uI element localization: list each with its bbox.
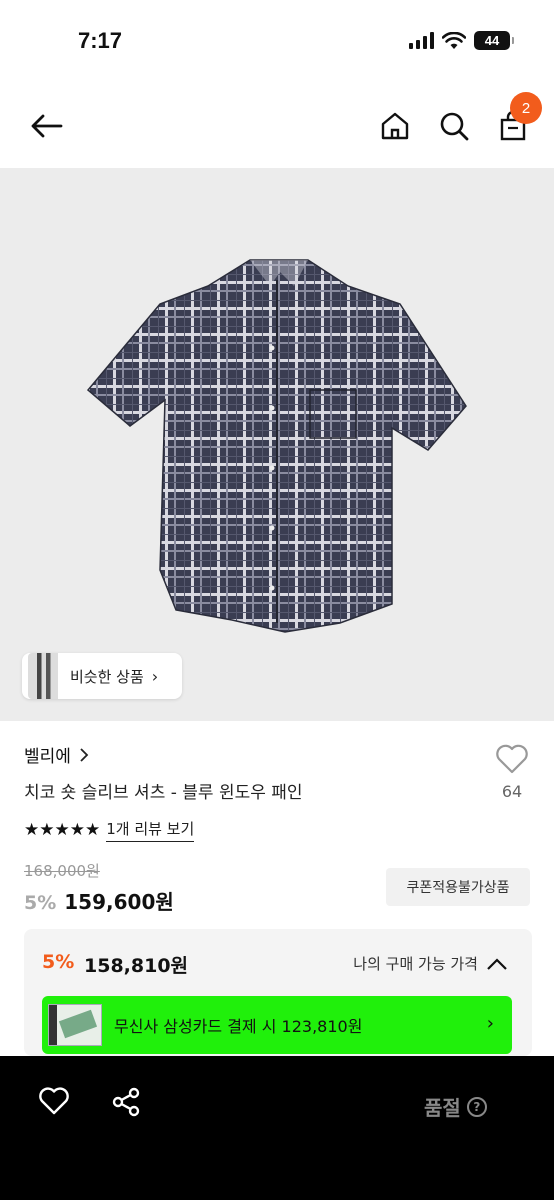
similar-products-label: 비슷한 상품 [70, 667, 144, 686]
similar-products-button[interactable]: 비슷한 상품 › [22, 653, 182, 699]
my-price-card: 5% 158,810원 나의 구매 가능 가격 무신사 삼성카드 결제 시 12… [24, 929, 532, 1056]
sale-price: 159,600원 [64, 890, 174, 914]
sold-out-label: 품절 [424, 1096, 461, 1120]
wishlist-button[interactable] [38, 1086, 70, 1120]
wifi-icon [442, 31, 466, 49]
status-bar: 7:17 44 [0, 0, 554, 84]
heart-icon [496, 744, 528, 774]
brand-name: 벨리에 [24, 747, 71, 767]
search-button[interactable] [432, 104, 476, 148]
status-icons: 44 [409, 31, 514, 50]
discount-percent: 5% [24, 892, 57, 914]
cart-count-badge: 2 [510, 92, 542, 124]
brand-link[interactable]: 벨리에 [24, 742, 89, 767]
card-promo-banner[interactable]: 무신사 삼성카드 결제 시 123,810원 › [42, 996, 512, 1054]
chevron-right-icon: › [486, 1013, 494, 1034]
chevron-up-icon [487, 957, 507, 970]
share-icon [112, 1087, 140, 1117]
my-price-toggle[interactable]: 나의 구매 가능 가격 [353, 953, 508, 974]
product-title: 치코 숏 슬리브 셔츠 - 블루 윈도우 패인 [24, 783, 303, 803]
bottom-action-bar: 품절 ? [0, 1056, 554, 1200]
original-price: 168,000원 [24, 862, 100, 880]
status-time: 7:17 [78, 28, 123, 53]
card-promo-text: 무신사 삼성카드 결제 시 123,810원 [114, 1017, 363, 1036]
top-nav [0, 84, 554, 168]
similar-product-thumbnail [28, 653, 58, 699]
star-rating: ★★★★★ [24, 820, 101, 840]
rating-row: ★★★★★ 1개 리뷰 보기 [24, 818, 195, 842]
share-button[interactable] [110, 1086, 142, 1122]
home-icon [381, 112, 409, 140]
signal-icon [409, 32, 434, 49]
like-button[interactable]: 64 [490, 744, 534, 801]
card-image [48, 1004, 102, 1046]
search-icon [440, 112, 469, 141]
my-price-label: 나의 구매 가능 가격 [353, 955, 478, 973]
help-icon[interactable]: ? [466, 1096, 487, 1117]
home-button[interactable] [373, 104, 417, 148]
review-link[interactable]: 1개 리뷰 보기 [106, 818, 195, 842]
like-count: 64 [501, 782, 523, 801]
shirt-image [86, 259, 467, 633]
heart-icon [39, 1087, 69, 1115]
my-price: 158,810원 [84, 955, 189, 977]
chevron-right-icon: › [151, 666, 159, 686]
battery-icon: 44 [474, 31, 514, 50]
chevron-right-icon [80, 747, 89, 762]
sale-price-row: 5% 159,600원 [24, 886, 174, 915]
arrow-left-icon [31, 114, 63, 138]
sold-out-status: 품절 ? [424, 1092, 487, 1121]
my-discount-percent: 5% [42, 951, 75, 973]
coupon-status-badge: 쿠폰적용불가상품 [386, 868, 530, 906]
product-image[interactable]: 비슷한 상품 › [0, 168, 554, 721]
back-button[interactable] [24, 104, 68, 148]
